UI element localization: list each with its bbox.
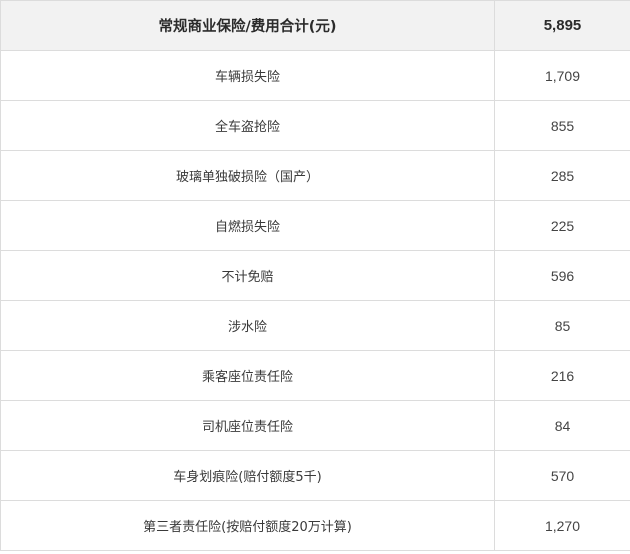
row-value-cell: 285 <box>494 150 630 201</box>
row-label-cell: 乘客座位责任险 <box>0 350 495 401</box>
table-row: 涉水险 85 <box>0 300 630 351</box>
row-label-cell: 不计免赔 <box>0 250 495 301</box>
row-label-cell: 车身划痕险(赔付额度5千) <box>0 450 495 501</box>
table-row: 乘客座位责任险 216 <box>0 350 630 401</box>
row-value-cell: 225 <box>494 200 630 251</box>
table-row: 不计免赔 596 <box>0 250 630 301</box>
row-value-cell: 216 <box>494 350 630 401</box>
row-label-cell: 自燃损失险 <box>0 200 495 251</box>
row-label-cell: 第三者责任险(按赔付额度20万计算) <box>0 500 495 551</box>
table-row: 司机座位责任险 84 <box>0 400 630 451</box>
table-header-row: 常规商业保险/费用合计(元) 5,895 <box>0 0 630 51</box>
row-label-cell: 涉水险 <box>0 300 495 351</box>
row-label-cell: 车辆损失险 <box>0 50 495 101</box>
row-label-cell: 全车盗抢险 <box>0 100 495 151</box>
row-value-cell: 1,270 <box>494 500 630 551</box>
header-label-cell: 常规商业保险/费用合计(元) <box>0 0 495 51</box>
table-row: 车身划痕险(赔付额度5千) 570 <box>0 450 630 501</box>
row-label-cell: 玻璃单独破损险（国产） <box>0 150 495 201</box>
table-row: 第三者责任险(按赔付额度20万计算) 1,270 <box>0 500 630 551</box>
row-value-cell: 596 <box>494 250 630 301</box>
row-value-cell: 85 <box>494 300 630 351</box>
row-value-cell: 855 <box>494 100 630 151</box>
table-row: 自燃损失险 225 <box>0 200 630 251</box>
header-total-cell: 5,895 <box>494 0 630 51</box>
row-value-cell: 84 <box>494 400 630 451</box>
insurance-cost-table: 常规商业保险/费用合计(元) 5,895 车辆损失险 1,709 全车盗抢险 8… <box>0 0 630 551</box>
table-row: 车辆损失险 1,709 <box>0 50 630 101</box>
table-row: 全车盗抢险 855 <box>0 100 630 151</box>
table-row: 玻璃单独破损险（国产） 285 <box>0 150 630 201</box>
row-value-cell: 1,709 <box>494 50 630 101</box>
row-value-cell: 570 <box>494 450 630 501</box>
row-label-cell: 司机座位责任险 <box>0 400 495 451</box>
